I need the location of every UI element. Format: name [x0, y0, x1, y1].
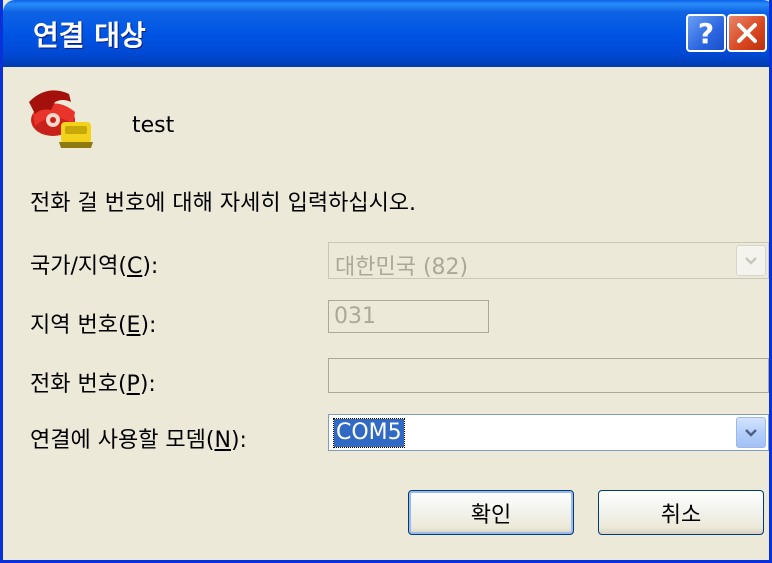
- ok-button-label: 확인: [470, 502, 512, 528]
- close-icon: [737, 23, 757, 43]
- help-icon: ?: [697, 16, 715, 50]
- instructions-text: 전화 걸 번호에 대해 자세히 입력하십시오.: [30, 191, 417, 216]
- country-value: 대한민국 (82): [335, 255, 469, 280]
- chevron-down-icon: [745, 256, 757, 265]
- window-title: 연결 대상: [33, 19, 146, 52]
- cancel-button-label: 취소: [660, 502, 702, 528]
- country-select[interactable]: 대한민국 (82): [328, 242, 769, 280]
- telephone-icon: [29, 90, 93, 148]
- area-code-field[interactable]: 031: [328, 300, 489, 333]
- hotkey-n: N: [214, 428, 231, 453]
- help-button[interactable]: ?: [686, 14, 726, 52]
- dialog-content: test 전화 걸 번호에 대해 자세히 입력하십시오. 국가/지역(C): 대…: [3, 67, 769, 560]
- title-bar[interactable]: 연결 대상 ?: [3, 0, 769, 67]
- hotkey-c: C: [126, 254, 143, 279]
- modem-dropdown-button[interactable]: [736, 417, 766, 448]
- phone-number-label: 전화 번호(P):: [30, 372, 156, 397]
- chevron-down-icon: [745, 428, 757, 437]
- modem-value: COM5: [333, 418, 405, 448]
- cancel-button[interactable]: 취소: [598, 490, 764, 535]
- ok-button[interactable]: 확인: [408, 490, 574, 535]
- country-label: 국가/지역(C):: [30, 254, 159, 279]
- phone-number-field[interactable]: [328, 358, 769, 393]
- hotkey-e: E: [126, 313, 141, 338]
- close-button[interactable]: [727, 14, 767, 52]
- modem-label: 연결에 사용할 모뎀(N):: [30, 428, 247, 453]
- hotkey-p: P: [126, 372, 140, 397]
- area-code-label: 지역 번호(E):: [30, 313, 157, 338]
- modem-select[interactable]: COM5: [328, 414, 769, 451]
- area-code-value: 031: [334, 304, 376, 329]
- country-dropdown-button[interactable]: [736, 245, 766, 276]
- dialog-window: 연결 대상 ? test 전화 걸 번호에 대해 자세히 입력하십시오. 국가/…: [0, 0, 772, 563]
- entry-name: test: [132, 113, 175, 138]
